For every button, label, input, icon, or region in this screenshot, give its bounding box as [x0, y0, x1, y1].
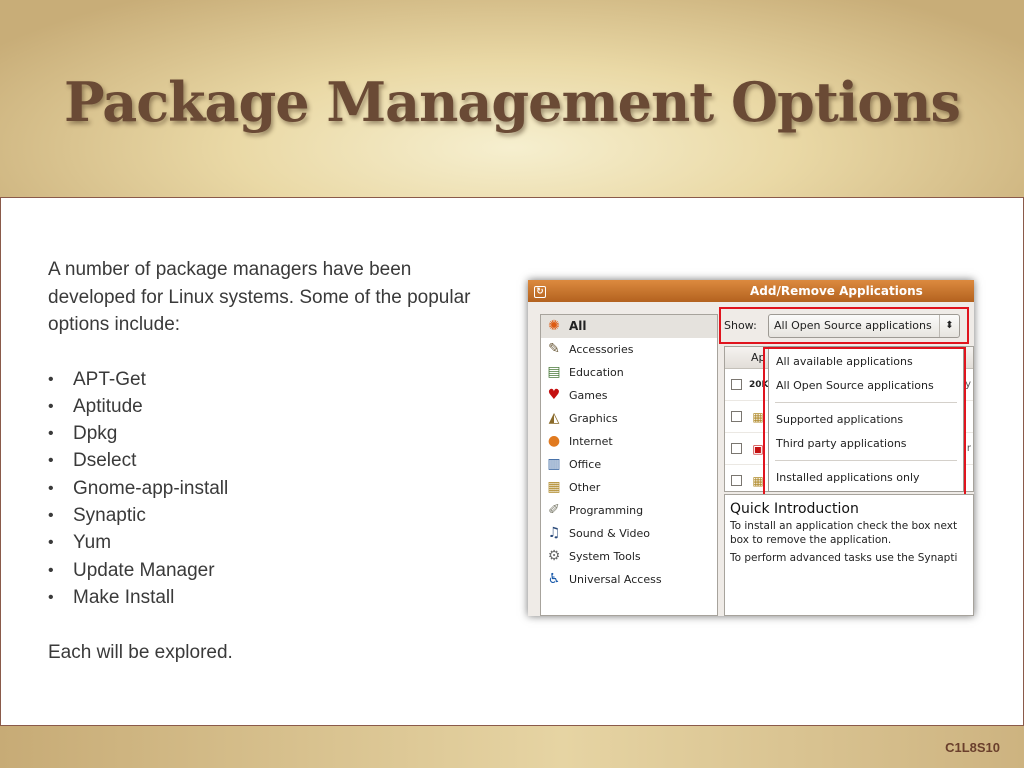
slide-title: Package Management Options: [64, 70, 961, 134]
category-item-games[interactable]: ♥ Games: [541, 384, 717, 407]
category-list: ✺ All ✎ Accessories ▤ Education ♥ Games …: [540, 314, 718, 616]
footer-band: [0, 726, 1024, 768]
games-icon: ♥: [547, 387, 561, 403]
add-remove-applications-screenshot: ↻ Add/Remove Applications ✺ All ✎ Access…: [528, 280, 974, 616]
outro-text: Each will be explored.: [48, 642, 233, 664]
window-titlebar: ↻ Add/Remove Applications: [528, 280, 974, 302]
programming-icon: ✐: [548, 502, 560, 518]
category-item-other[interactable]: ▦ Other: [541, 476, 717, 499]
window-menu-icon[interactable]: ↻: [534, 286, 546, 298]
quick-intro-line: To install an application check the box …: [730, 520, 958, 532]
system-tools-gear-icon: ⚙: [547, 548, 561, 564]
category-item-education[interactable]: ▤ Education: [541, 361, 717, 384]
category-label: Internet: [569, 435, 613, 448]
quick-introduction-pane: Quick Introduction To install an applica…: [724, 494, 974, 616]
list-item: APT-Get: [48, 366, 488, 394]
category-item-internet[interactable]: ● Internet: [541, 430, 717, 453]
category-item-programming[interactable]: ✐ Programming: [541, 499, 717, 522]
window-title: Add/Remove Applications: [750, 284, 923, 298]
intro-text: A number of package managers have been d…: [48, 259, 471, 335]
list-item: Dpkg: [48, 420, 488, 448]
category-label: Other: [569, 481, 601, 494]
category-label: Sound & Video: [569, 527, 651, 540]
install-checkbox[interactable]: [731, 411, 742, 422]
list-item: Aptitude: [48, 393, 488, 421]
category-item-system-tools[interactable]: ⚙ System Tools: [541, 545, 717, 568]
office-chart-icon: ▥: [547, 456, 561, 472]
list-item: Gnome-app-install: [48, 475, 488, 503]
category-label: Universal Access: [569, 573, 662, 586]
list-item: Make Install: [48, 584, 488, 612]
slide-body: A number of package managers have been d…: [48, 256, 488, 667]
universal-access-icon: ♿: [547, 571, 561, 587]
accessories-icon: ✎: [548, 341, 560, 357]
list-item: Update Manager: [48, 557, 488, 585]
quick-intro-title: Quick Introduction: [730, 501, 859, 517]
list-item: Yum: [48, 529, 488, 557]
category-label: Accessories: [569, 343, 634, 356]
education-icon: ▤: [547, 364, 561, 380]
install-checkbox[interactable]: [731, 475, 742, 486]
package-manager-list: APT-Get Aptitude Dpkg Dselect Gnome-app-…: [48, 366, 488, 612]
category-label: Education: [569, 366, 624, 379]
category-item-sound-video[interactable]: ♫ Sound & Video: [541, 522, 717, 545]
sound-video-icon: ♫: [547, 525, 561, 541]
internet-globe-icon: ●: [547, 433, 561, 449]
list-item: Dselect: [48, 447, 488, 475]
category-item-accessories[interactable]: ✎ Accessories: [541, 338, 717, 361]
category-label: Games: [569, 389, 608, 402]
install-checkbox[interactable]: [731, 379, 742, 390]
category-label: System Tools: [569, 550, 641, 563]
highlight-box-dropdown: [763, 347, 966, 498]
category-label: All: [569, 319, 587, 333]
highlight-box-show-filter: [719, 307, 969, 344]
graphics-icon: ◭: [548, 410, 560, 426]
category-label: Programming: [569, 504, 644, 517]
quick-intro-line: To perform advanced tasks use the Synapt…: [730, 552, 958, 564]
quick-intro-line: box to remove the application.: [730, 534, 892, 546]
category-label: Graphics: [569, 412, 618, 425]
slide-number: C1L8S10: [945, 740, 1000, 755]
install-checkbox[interactable]: [731, 443, 742, 454]
other-icon: ▦: [547, 479, 561, 495]
category-item-universal-access[interactable]: ♿ Universal Access: [541, 568, 717, 591]
ubuntu-logo-icon: ✺: [548, 318, 560, 334]
category-item-graphics[interactable]: ◭ Graphics: [541, 407, 717, 430]
category-label: Office: [569, 458, 602, 471]
list-item: Synaptic: [48, 502, 488, 530]
category-item-office[interactable]: ▥ Office: [541, 453, 717, 476]
category-item-all[interactable]: ✺ All: [541, 315, 717, 338]
